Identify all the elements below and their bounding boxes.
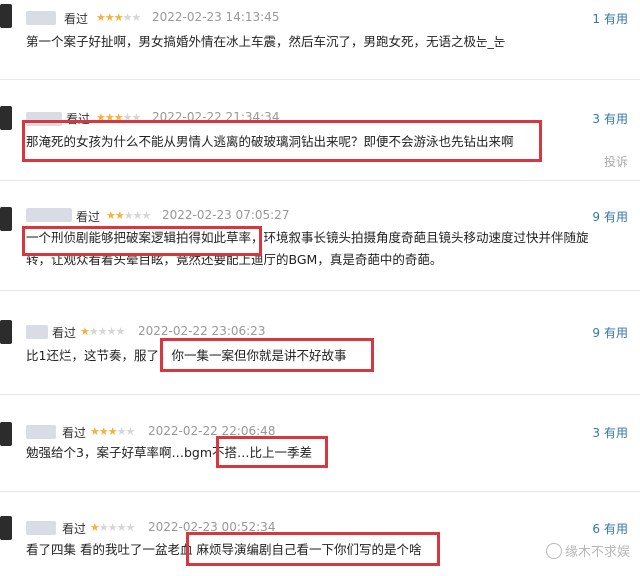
watched-label: 看过 — [76, 210, 101, 224]
rating-stars: ★★★★★ — [96, 11, 141, 24]
watched-label: 看过 — [66, 112, 91, 126]
watched-label: 看过 — [62, 522, 87, 536]
watermark-text: 缘木不求娱 — [564, 545, 630, 560]
review-content: 比1还烂，这节奏，服了，你一集一案但你就是讲不好故事 — [26, 348, 347, 363]
divider — [0, 290, 640, 291]
useful-count: 1 — [592, 12, 600, 26]
review-time: 2022-02-22 21:34:34 — [152, 110, 280, 124]
useful-label: 有用 — [603, 112, 628, 126]
watched-label: 看过 — [64, 12, 89, 26]
rating-stars: ★★★★★ — [90, 425, 135, 438]
divider — [0, 491, 640, 492]
username-blurred[interactable] — [26, 208, 72, 222]
rating-stars: ★★★★★ — [90, 521, 135, 534]
username-blurred[interactable] — [26, 112, 62, 126]
review-content: 第一个案子好扯啊，男女搞婚外情在冰上车震，然后车沉了，男跑女死，无语之极눈_눈 — [26, 34, 506, 49]
useful-label: 有用 — [603, 326, 628, 340]
avatar[interactable] — [0, 106, 12, 130]
useful-count: 6 — [592, 522, 600, 536]
review-content: 看了四集 看的我吐了一盆老血 麻烦导演编剧自己看一下你们写的是个啥 — [26, 542, 422, 557]
review-time: 2022-02-23 00:52:34 — [148, 520, 276, 534]
useful-label: 有用 — [603, 210, 628, 224]
review-content: 那淹死的女孩为什么不能从男情人逃离的破玻璃洞钻出来呢？即便不会游泳也先钻出来啊 — [26, 134, 514, 149]
review-content: 勉强给个3，案子好草率啊…bgm不搭…比上一季差 — [26, 445, 312, 460]
review-time: 2022-02-22 23:06:23 — [138, 324, 266, 338]
useful-label: 有用 — [603, 12, 628, 26]
divider — [0, 79, 640, 80]
watched-label: 看过 — [62, 426, 87, 440]
username-blurred[interactable] — [26, 325, 48, 339]
avatar[interactable] — [0, 207, 12, 231]
rating-stars: ★★★★★ — [106, 209, 151, 222]
review-time: 2022-02-22 22:06:48 — [148, 424, 276, 438]
useful-count: 3 — [592, 426, 600, 440]
avatar[interactable] — [0, 320, 12, 344]
watermark: 缘木不求娱 — [545, 541, 630, 560]
watermark-logo-icon — [545, 543, 562, 559]
username-blurred[interactable] — [26, 425, 56, 439]
useful-label: 有用 — [603, 522, 628, 536]
rating-stars: ★★★★★ — [80, 325, 125, 338]
avatar[interactable] — [0, 422, 12, 446]
review-time: 2022-02-23 07:05:27 — [162, 208, 290, 222]
review-content: 一个刑侦剧能够把破案逻辑拍得如此草率，环境叙事长镜头拍摄角度奇葩且镜头移动速度过… — [26, 230, 589, 267]
username-blurred[interactable] — [26, 11, 56, 25]
useful-button[interactable]: 3 有用 — [592, 424, 628, 441]
avatar[interactable] — [0, 516, 12, 540]
useful-button[interactable]: 9 有用 — [592, 208, 628, 225]
useful-label: 有用 — [603, 426, 628, 440]
useful-count: 9 — [592, 326, 600, 340]
useful-count: 3 — [592, 112, 600, 126]
useful-button[interactable]: 1 有用 — [592, 10, 628, 27]
report-link[interactable]: 投诉 — [604, 153, 628, 170]
useful-button[interactable]: 3 有用 — [592, 110, 628, 127]
divider — [0, 394, 640, 395]
watched-label: 看过 — [52, 326, 77, 340]
useful-button[interactable]: 6 有用 — [592, 520, 628, 537]
avatar[interactable] — [0, 4, 12, 28]
username-blurred[interactable] — [26, 521, 56, 535]
review-time: 2022-02-23 14:13:45 — [152, 10, 280, 24]
divider — [0, 180, 640, 181]
rating-stars: ★★★★★ — [96, 111, 141, 124]
useful-count: 9 — [592, 210, 600, 224]
useful-button[interactable]: 9 有用 — [592, 324, 628, 341]
